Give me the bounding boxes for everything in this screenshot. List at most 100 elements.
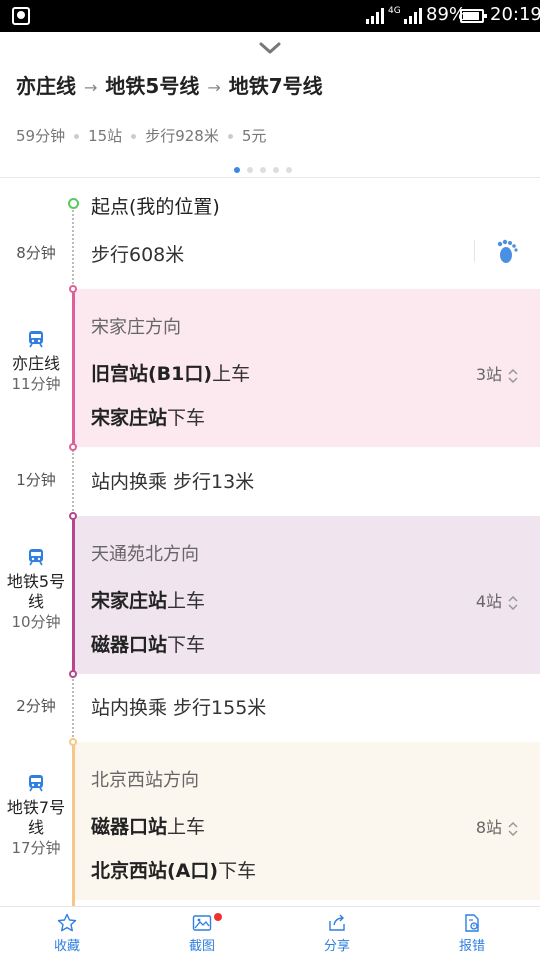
- transfer-time: 2分钟: [16, 697, 56, 715]
- route-title: 亦庄线 → 地铁5号线 → 地铁7号线: [16, 70, 323, 99]
- page-indicator[interactable]: [234, 158, 299, 173]
- signal-icon: [366, 8, 384, 24]
- board-station-name: 旧宫站(B1口): [91, 363, 213, 385]
- segment-dot: [69, 512, 77, 520]
- battery-icon: [460, 9, 487, 23]
- board-suffix: 上车: [167, 590, 206, 612]
- transfer-time: 1分钟: [16, 471, 56, 489]
- share-label: 分享: [323, 939, 350, 954]
- segment-line: [72, 742, 75, 906]
- board-station-name: 宋家庄站: [91, 590, 168, 612]
- timeline-dotted: [72, 676, 74, 740]
- divider: [0, 177, 540, 178]
- route-line-3: 地铁7号线: [228, 74, 323, 98]
- page-dot: [247, 167, 253, 173]
- stops-count: 4站: [475, 592, 502, 611]
- footprint-icon[interactable]: [496, 238, 520, 266]
- segment-direction: 宋家庄方向: [91, 317, 181, 338]
- alight-station-name: 北京西站(A口): [91, 860, 219, 882]
- line-name-cont: 线: [27, 592, 44, 611]
- segment-dot: [69, 738, 77, 746]
- timeline-dotted: [72, 450, 74, 514]
- summary-walk: 步行928米: [145, 127, 219, 145]
- line-time: 11分钟: [11, 375, 61, 393]
- start-label: 起点(我的位置): [91, 196, 220, 218]
- arrow-right-icon: →: [207, 78, 221, 97]
- board-station-name: 磁器口站: [91, 816, 168, 838]
- screenshot-button[interactable]: 截图: [162, 907, 242, 960]
- page-dot: [286, 167, 292, 173]
- segment-direction: 天通苑北方向: [91, 544, 199, 565]
- stops-count: 3站: [475, 365, 502, 384]
- subway-icon: [29, 331, 43, 348]
- line-time: 17分钟: [11, 839, 61, 857]
- signal-icon-2: [404, 8, 422, 24]
- network-type: 4G: [388, 6, 401, 16]
- alight-suffix: 下车: [167, 407, 206, 429]
- stops-toggle[interactable]: 4站: [476, 588, 518, 612]
- arrow-right-icon: →: [84, 78, 98, 97]
- stops-toggle[interactable]: 3站: [476, 361, 518, 385]
- line-info-2: 地铁5号 线 10分钟: [0, 548, 72, 632]
- expand-icon: [508, 368, 518, 383]
- page-dot: [273, 167, 279, 173]
- star-icon: [57, 913, 77, 932]
- walk-distance: 步行608米: [91, 244, 185, 266]
- walk-time: 8分钟: [16, 244, 56, 262]
- separator-dot: [131, 134, 137, 139]
- subway-icon: [29, 775, 43, 792]
- alight-station-name: 磁器口站: [91, 634, 168, 656]
- segment-line: [72, 289, 75, 447]
- board-station: 磁器口站上车: [91, 812, 205, 839]
- board-suffix: 上车: [212, 363, 251, 385]
- summary-duration: 59分钟: [16, 127, 66, 145]
- route-line-1: 亦庄线: [16, 74, 76, 98]
- screenshot-label: 截图: [188, 939, 215, 954]
- transit-segment-2[interactable]: 天通苑北方向 宋家庄站上车 4站 磁器口站下车: [74, 516, 540, 674]
- alight-suffix: 下车: [167, 634, 206, 656]
- page-dot: [260, 167, 266, 173]
- separator-dot: [227, 134, 233, 139]
- summary-fare: 5元: [241, 127, 267, 145]
- divider: [474, 240, 475, 262]
- bottom-action-bar: 收藏 截图 分享 报错: [0, 906, 540, 960]
- start-point-icon: [68, 198, 79, 209]
- route-line-2: 地铁5号线: [105, 74, 200, 98]
- image-icon: [192, 915, 212, 931]
- report-icon: [465, 914, 479, 932]
- line-info-1: 亦庄线 11分钟: [0, 330, 72, 394]
- chevron-down-icon[interactable]: [258, 40, 282, 56]
- share-button[interactable]: 分享: [297, 907, 377, 960]
- stops-count: 8站: [475, 818, 502, 837]
- board-station: 旧宫站(B1口)上车: [91, 359, 250, 386]
- separator-dot: [74, 134, 80, 139]
- page-dot-active: [234, 167, 240, 173]
- line-name-cont: 线: [27, 818, 44, 837]
- favorite-button[interactable]: 收藏: [27, 907, 107, 960]
- clock: 20:19: [490, 4, 540, 25]
- alight-station: 宋家庄站下车: [91, 403, 205, 430]
- alight-suffix: 下车: [218, 860, 257, 882]
- subway-icon: [29, 549, 43, 566]
- expand-icon: [508, 821, 518, 836]
- alight-station-name: 宋家庄站: [91, 407, 168, 429]
- segment-dot: [69, 670, 77, 678]
- favorite-label: 收藏: [53, 939, 80, 954]
- route-summary: 59分钟 15站 步行928米 5元: [16, 125, 266, 146]
- segment-dot: [69, 285, 77, 293]
- expand-icon: [508, 595, 518, 610]
- segment-direction: 北京西站方向: [91, 770, 199, 791]
- line-info-3: 地铁7号 线 17分钟: [0, 774, 72, 858]
- transit-segment-3[interactable]: 北京西站方向 磁器口站上车 8站 北京西站(A口)下车: [74, 742, 540, 900]
- line-name: 亦庄线: [11, 354, 60, 373]
- line-name: 地铁7号: [6, 798, 66, 817]
- report-error-button[interactable]: 报错: [432, 907, 512, 960]
- transfer-text: 站内换乘 步行155米: [91, 697, 267, 719]
- board-suffix: 上车: [167, 816, 206, 838]
- transit-segment-1[interactable]: 宋家庄方向 旧宫站(B1口)上车 3站 宋家庄站下车: [74, 289, 540, 447]
- summary-stations: 15站: [88, 127, 123, 145]
- stops-toggle[interactable]: 8站: [476, 814, 518, 838]
- status-bar: 4G 89% 20:19: [0, 0, 540, 32]
- line-time: 10分钟: [11, 613, 61, 631]
- location-icon: [12, 7, 30, 25]
